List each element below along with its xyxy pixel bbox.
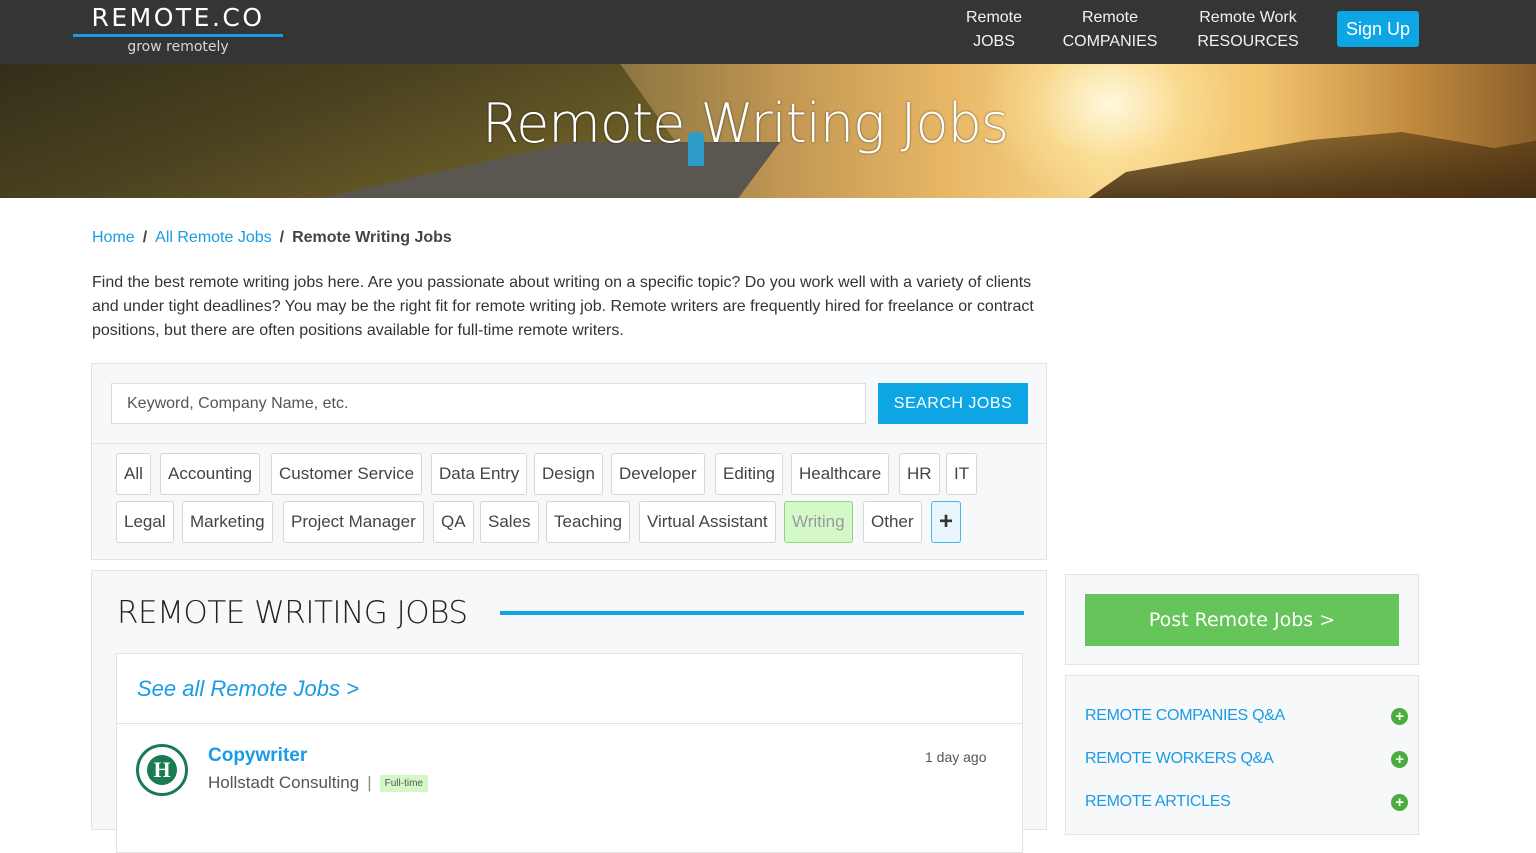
company-logo-letter: H xyxy=(147,755,177,785)
category-teaching[interactable]: Teaching xyxy=(546,501,631,543)
breadcrumb-separator: / xyxy=(142,229,148,246)
post-remote-jobs-button[interactable]: Post Remote Jobs > xyxy=(1085,594,1399,646)
sidebar-link-workers-qa[interactable]: REMOTE WORKERS Q&A + xyxy=(1085,750,1408,768)
category-all[interactable]: All xyxy=(116,453,151,495)
sidebar-link-label: REMOTE COMPANIES Q&A xyxy=(1085,707,1285,724)
category-hr[interactable]: HR xyxy=(899,453,940,495)
category-editing[interactable]: Editing xyxy=(715,453,783,495)
intro-text: Find the best remote writing jobs here. … xyxy=(92,274,1034,339)
job-type-badge: Full-time xyxy=(379,775,428,792)
company-logo: H xyxy=(136,744,188,796)
nav-remote-resources-line2: RESOURCES xyxy=(1197,33,1299,50)
nav-remote-companies-line2: COMPANIES xyxy=(1062,33,1158,50)
sidebar-link-companies-qa[interactable]: REMOTE COMPANIES Q&A + xyxy=(1085,707,1408,725)
sidebar-link-label: REMOTE WORKERS Q&A xyxy=(1085,750,1274,767)
breadcrumb-separator: / xyxy=(279,229,285,246)
company-name: Hollstadt Consulting xyxy=(208,773,360,792)
nav-remote-jobs[interactable]: Remote JOBS xyxy=(966,6,1022,54)
category-data-entry[interactable]: Data Entry xyxy=(431,453,528,495)
sidebar-link-articles[interactable]: REMOTE ARTICLES + xyxy=(1085,793,1408,811)
plus-circle-icon[interactable]: + xyxy=(1391,794,1408,811)
heading-rule xyxy=(500,611,1024,615)
jobs-panel: REMOTE WRITING JOBS See all Remote Jobs … xyxy=(91,570,1047,853)
nav-remote-jobs-line2: JOBS xyxy=(973,33,1015,50)
job-company-line: Hollstadt Consulting | Full-time xyxy=(208,773,428,793)
logo-underline xyxy=(73,34,283,37)
top-nav: REMOTE.CO grow remotely Remote JOBS Remo… xyxy=(0,0,1536,64)
post-jobs-panel: Post Remote Jobs > xyxy=(1065,574,1419,665)
search-panel: SEARCH JOBS All Accounting Customer Serv… xyxy=(91,363,1047,560)
category-developer[interactable]: Developer xyxy=(611,453,705,495)
logo[interactable]: REMOTE.CO grow remotely xyxy=(73,3,283,55)
separator: | xyxy=(367,773,372,792)
category-marketing[interactable]: Marketing xyxy=(182,501,273,543)
category-accounting[interactable]: Accounting xyxy=(160,453,261,495)
resource-links-panel: REMOTE COMPANIES Q&A + REMOTE WORKERS Q&… xyxy=(1065,675,1419,835)
category-sales[interactable]: Sales xyxy=(480,501,539,543)
nav-remote-companies-line1: Remote xyxy=(1081,9,1139,26)
nav-remote-companies[interactable]: Remote COMPANIES xyxy=(1063,6,1158,54)
nav-remote-resources-line1: Remote Work xyxy=(1199,9,1297,26)
breadcrumb: Home / All Remote Jobs / Remote Writing Jobs xyxy=(92,229,452,247)
category-legal[interactable]: Legal xyxy=(116,501,174,543)
page-title: Remote Writing Jobs xyxy=(481,92,1009,155)
nav-remote-resources[interactable]: Remote Work RESOURCES xyxy=(1197,6,1298,54)
logo-tagline: grow remotely xyxy=(127,39,229,55)
category-writing[interactable]: Writing xyxy=(784,501,853,543)
search-input[interactable] xyxy=(111,383,866,424)
category-virtual-assistant[interactable]: Virtual Assistant xyxy=(639,501,776,543)
sign-up-button[interactable]: Sign Up xyxy=(1337,11,1419,47)
job-title-link[interactable]: Copywriter xyxy=(208,745,307,767)
breadcrumb-home[interactable]: Home xyxy=(92,229,135,246)
jobs-list: See all Remote Jobs > H Copywriter Holls… xyxy=(116,653,1023,853)
logo-title: REMOTE.CO xyxy=(91,3,265,32)
category-qa[interactable]: QA xyxy=(433,501,474,543)
category-project-manager[interactable]: Project Manager xyxy=(283,501,424,543)
breadcrumb-current: Remote Writing Jobs xyxy=(292,229,452,246)
job-posted-time: 1 day ago xyxy=(925,749,987,765)
category-healthcare[interactable]: Healthcare xyxy=(791,453,890,495)
jobs-heading: REMOTE WRITING JOBS xyxy=(117,595,468,631)
plus-circle-icon[interactable]: + xyxy=(1391,751,1408,768)
search-jobs-button[interactable]: SEARCH JOBS xyxy=(878,383,1028,424)
divider xyxy=(92,443,1046,444)
category-it[interactable]: IT xyxy=(946,453,978,495)
hero-banner: Remote Writing Jobs xyxy=(0,64,1536,198)
breadcrumb-all-remote-jobs[interactable]: All Remote Jobs xyxy=(155,229,272,246)
category-customer-service[interactable]: Customer Service xyxy=(271,453,423,495)
category-other[interactable]: Other xyxy=(863,501,922,543)
plus-circle-icon[interactable]: + xyxy=(1391,708,1408,725)
category-design[interactable]: Design xyxy=(534,453,603,495)
more-categories-plus-icon[interactable]: + xyxy=(931,501,961,543)
job-listing[interactable]: H Copywriter Hollstadt Consulting | Full-t… xyxy=(117,724,1022,814)
nav-remote-jobs-line1: Remote xyxy=(965,9,1023,26)
sidebar-link-label: REMOTE ARTICLES xyxy=(1085,793,1231,810)
see-all-remote-jobs-link[interactable]: See all Remote Jobs > xyxy=(137,676,359,702)
